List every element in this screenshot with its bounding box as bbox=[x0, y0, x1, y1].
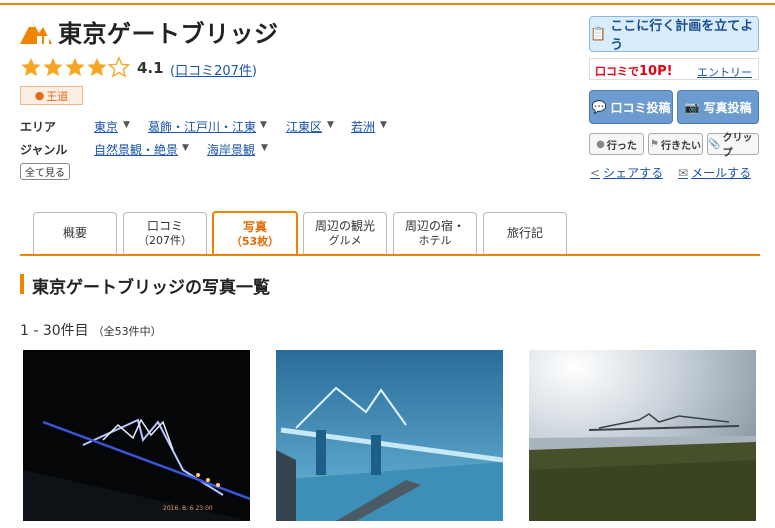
chevron-down-icon[interactable]: ▼ bbox=[380, 120, 387, 130]
tab-label: 口コミ bbox=[146, 218, 183, 233]
want-label: 行きたい bbox=[660, 140, 701, 152]
photo-thumbnail-3[interactable] bbox=[529, 350, 756, 521]
result-total: （全53件中） bbox=[92, 325, 162, 338]
area-link-tokyo[interactable]: 東京 bbox=[94, 118, 118, 135]
photo-thumbnail-1[interactable]: 2016. 8. 6 23:00 bbox=[23, 350, 250, 521]
tab-sub-label: （207件） bbox=[138, 234, 192, 248]
star-full-icon bbox=[65, 57, 85, 77]
review-count-label[interactable]: 口コミ207件 bbox=[175, 64, 252, 79]
tab-nearby-sights[interactable]: 周辺の観光 グルメ bbox=[303, 212, 387, 254]
tab-sub-label: （53枚） bbox=[230, 235, 280, 249]
footprint-icon: ● bbox=[596, 138, 605, 150]
page-title: 東京ゲートブリッジ bbox=[58, 20, 279, 48]
sightseeing-spot-icon bbox=[20, 21, 52, 44]
area-link-wakasu[interactable]: 若洲 bbox=[351, 118, 375, 135]
result-count: 1 - 30件目 （全53件中） bbox=[20, 320, 162, 340]
genre-link-coast[interactable]: 海岸景観 bbox=[207, 141, 255, 158]
went-label: 行った bbox=[606, 140, 637, 152]
share-icon: < bbox=[590, 165, 601, 180]
photo-thumbnail-2[interactable] bbox=[276, 350, 503, 521]
star-full-icon bbox=[21, 57, 41, 77]
genre-link-scenery[interactable]: 自然景観・絶景 bbox=[94, 141, 178, 158]
rating-score: 4.1 bbox=[137, 59, 164, 77]
tab-nearby-hotels[interactable]: 周辺の宿・ ホテル bbox=[393, 212, 477, 254]
tab-label: 周辺の観光 bbox=[314, 218, 375, 233]
share-link[interactable]: < シェアする bbox=[590, 164, 663, 181]
review-points-promo: 口コミで10P! エントリー bbox=[589, 58, 759, 80]
chevron-down-icon[interactable]: ▼ bbox=[123, 120, 130, 130]
show-all-button[interactable]: 全て見る bbox=[20, 163, 70, 180]
want-to-go-button[interactable]: ⚑ 行きたい bbox=[648, 133, 703, 155]
star-full-icon bbox=[87, 57, 107, 77]
went-button[interactable]: ● 行った bbox=[589, 133, 644, 155]
star-empty-icon bbox=[108, 56, 130, 78]
chevron-down-icon[interactable]: ▼ bbox=[261, 143, 268, 153]
post-photo-label: 写真投稿 bbox=[703, 100, 752, 115]
tabs-underline bbox=[20, 254, 760, 256]
chevron-down-icon[interactable]: ▼ bbox=[260, 120, 267, 130]
review-count-link[interactable]: (口コミ207件) bbox=[170, 60, 257, 79]
tab-travelogue[interactable]: 旅行記 bbox=[483, 212, 567, 254]
genre-label: ジャンル bbox=[20, 143, 68, 157]
share-label[interactable]: シェアする bbox=[603, 164, 663, 181]
section-accent-bar bbox=[20, 274, 24, 294]
area-label: エリア bbox=[20, 120, 57, 134]
chat-icon: 💬 bbox=[591, 100, 607, 114]
rating-stars bbox=[20, 56, 130, 78]
pin-icon: ● bbox=[34, 89, 45, 102]
tab-reviews[interactable]: 口コミ （207件） bbox=[123, 212, 207, 254]
clipboard-icon: 📋 bbox=[590, 26, 607, 42]
tab-sub-label: ホテル bbox=[418, 234, 452, 248]
tab-photos[interactable]: 写真 （53枚） bbox=[212, 211, 298, 256]
clip-button[interactable]: 📎 クリップ bbox=[707, 133, 759, 159]
section-title: 東京ゲートブリッジの写真一覧 bbox=[32, 278, 270, 298]
paperclip-icon: 📎 bbox=[708, 138, 721, 150]
badge-label: 王道 bbox=[46, 89, 69, 103]
mail-icon: ✉ bbox=[678, 165, 689, 180]
tab-label: 概要 bbox=[62, 225, 87, 240]
header-accent-line bbox=[0, 3, 775, 5]
promo-entry-link[interactable]: エントリー bbox=[697, 64, 752, 80]
post-photo-button[interactable]: 📷 写真投稿 bbox=[677, 90, 759, 124]
post-review-label: 口コミ投稿 bbox=[610, 100, 671, 115]
tab-overview[interactable]: 概要 bbox=[33, 212, 117, 254]
area-link-katsushika[interactable]: 葛飾・江戸川・江東 bbox=[148, 118, 256, 135]
camera-icon: 📷 bbox=[684, 100, 700, 114]
tab-label: 旅行記 bbox=[506, 225, 543, 240]
tab-label: 周辺の宿・ bbox=[404, 218, 465, 233]
tab-label: 写真 bbox=[242, 219, 267, 234]
promo-points: 10P! bbox=[639, 64, 673, 79]
promo-prefix: 口コミで bbox=[595, 65, 639, 78]
photo-date-stamp: 2016. 8. 6 23:00 bbox=[163, 505, 213, 512]
classic-badge: ● 王道 bbox=[20, 86, 83, 105]
mail-label[interactable]: メールする bbox=[691, 164, 751, 181]
plan-trip-button[interactable]: 📋 ここに行く計画を立てよう bbox=[589, 16, 759, 53]
flag-icon: ⚑ bbox=[650, 138, 659, 150]
tab-sub-label: グルメ bbox=[328, 234, 362, 248]
area-link-koto[interactable]: 江東区 bbox=[286, 118, 322, 135]
promo-text: 口コミで10P! bbox=[595, 63, 673, 79]
clip-label: クリップ bbox=[722, 133, 753, 159]
star-full-icon bbox=[43, 57, 63, 77]
post-review-button[interactable]: 💬 口コミ投稿 bbox=[589, 90, 673, 124]
chevron-down-icon[interactable]: ▼ bbox=[327, 120, 334, 130]
plan-trip-label: ここに行く計画を立てよう bbox=[610, 19, 754, 53]
result-range: 1 - 30件目 bbox=[20, 323, 89, 339]
mail-link[interactable]: ✉ メールする bbox=[678, 164, 751, 181]
chevron-down-icon[interactable]: ▼ bbox=[182, 143, 189, 153]
